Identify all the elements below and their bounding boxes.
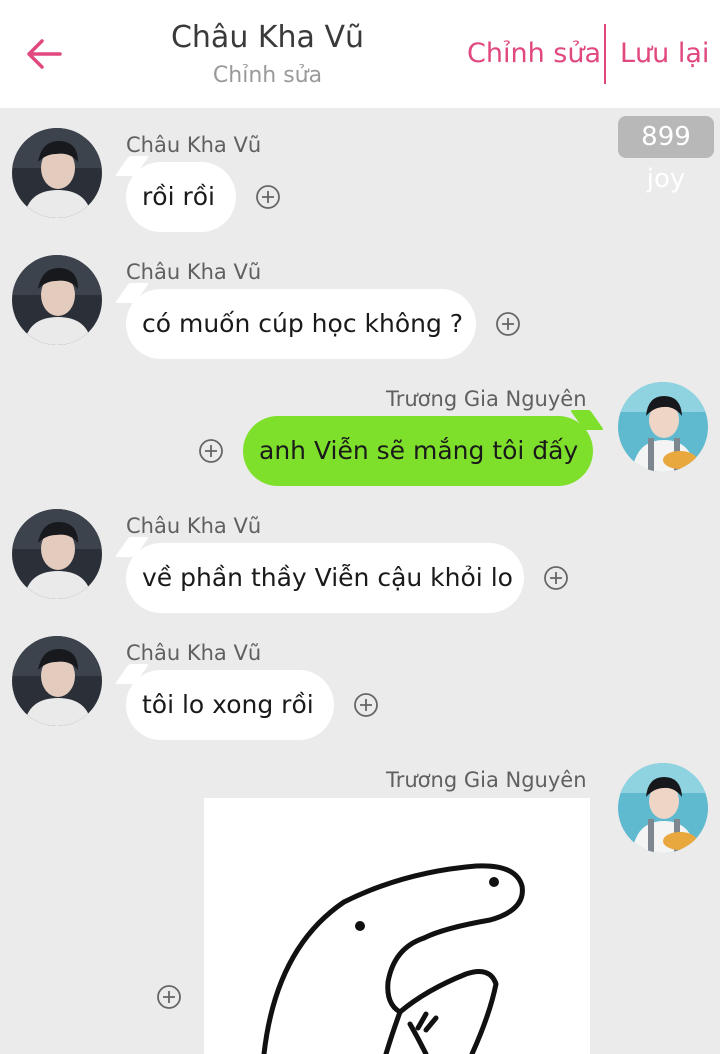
sticker-image[interactable] xyxy=(204,798,590,1054)
add-reaction-icon[interactable] xyxy=(198,438,224,464)
sender-name: Châu Kha Vũ xyxy=(126,514,262,538)
header-bar: Châu Kha Vũ Chỉnh sửa Chỉnh sửa Lưu lại xyxy=(0,0,720,108)
avatar-truong-gia-nguyen[interactable] xyxy=(618,382,708,472)
chat-subtitle: Chỉnh sửa xyxy=(212,63,323,88)
avatar-truong-gia-nguyen[interactable] xyxy=(618,763,708,853)
message-bubble[interactable]: tôi lo xong rồi xyxy=(126,670,334,740)
message-bubble[interactable]: có muốn cúp học không ? xyxy=(126,289,476,359)
message-text: rồi rồi xyxy=(142,182,215,211)
avatar-chau-kha-vu[interactable] xyxy=(12,128,102,218)
add-reaction-icon[interactable] xyxy=(353,692,379,718)
message-bubble[interactable]: về phần thầy Viễn cậu khỏi lo xyxy=(126,543,524,613)
message-bubble[interactable]: anh Viễn sẽ mắng tôi đấy xyxy=(243,416,593,486)
message-text: tôi lo xong rồi xyxy=(142,690,314,719)
header-divider xyxy=(604,24,606,84)
message-text: anh Viễn sẽ mắng tôi đấy xyxy=(259,436,579,465)
sender-name: Trương Gia Nguyên xyxy=(386,387,587,411)
message-text: về phần thầy Viễn cậu khỏi lo xyxy=(142,563,513,592)
add-reaction-icon[interactable] xyxy=(495,311,521,337)
sender-name: Châu Kha Vũ xyxy=(126,641,262,665)
avatar-chau-kha-vu[interactable] xyxy=(12,636,102,726)
sender-name: Trương Gia Nguyên xyxy=(386,768,587,792)
message-text: có muốn cúp học không ? xyxy=(142,309,464,338)
avatar-chau-kha-vu[interactable] xyxy=(12,509,102,599)
joy-badge: 899 joy xyxy=(618,116,714,194)
save-button[interactable]: Lưu lại xyxy=(620,38,709,69)
add-reaction-icon[interactable] xyxy=(255,184,281,210)
chat-title: Châu Kha Vũ xyxy=(170,20,365,55)
add-reaction-icon[interactable] xyxy=(156,984,182,1010)
message-bubble[interactable]: rồi rồi xyxy=(126,162,236,232)
sender-name: Châu Kha Vũ xyxy=(126,260,262,284)
back-arrow-icon[interactable] xyxy=(24,34,64,74)
sender-name: Châu Kha Vũ xyxy=(126,133,262,157)
add-reaction-icon[interactable] xyxy=(543,565,569,591)
avatar-chau-kha-vu[interactable] xyxy=(12,255,102,345)
edit-button[interactable]: Chỉnh sửa xyxy=(467,38,601,69)
